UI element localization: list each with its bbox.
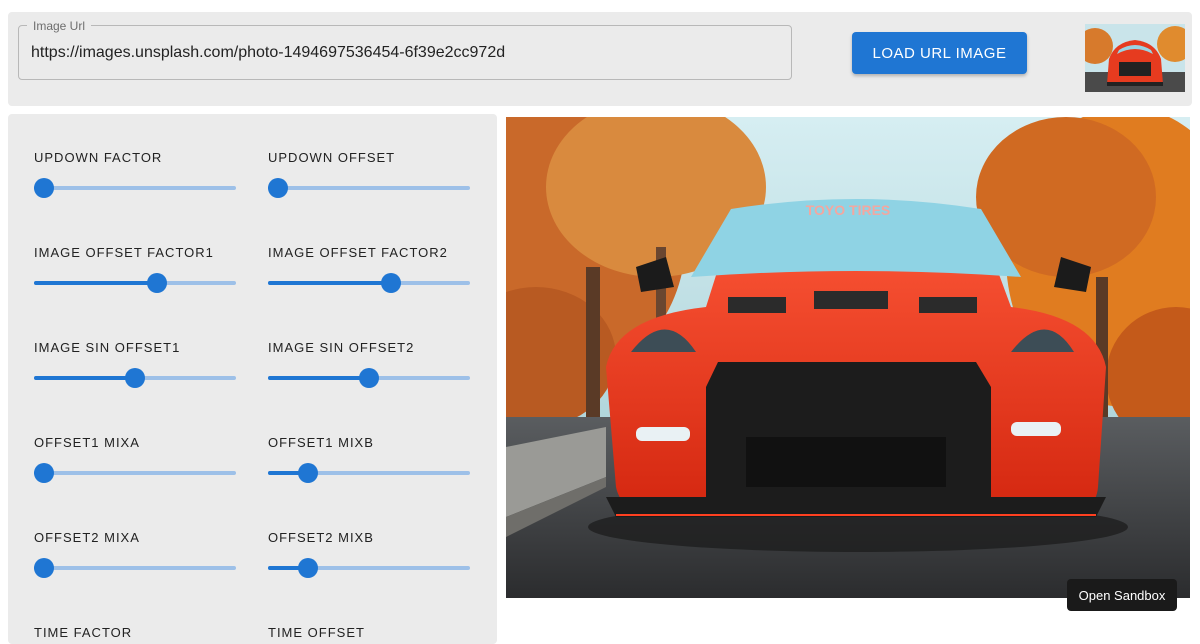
slider-thumb[interactable]	[34, 558, 55, 578]
slider-offset1-mixb[interactable]: OFFSET1 MIXB	[268, 435, 470, 483]
slider-image-offset-factor2[interactable]: IMAGE OFFSET FACTOR2	[268, 245, 470, 293]
slider-thumb[interactable]	[298, 558, 319, 578]
slider-label: OFFSET2 MIXA	[34, 530, 140, 545]
slider-fill	[34, 281, 158, 285]
slider-fill	[34, 376, 135, 380]
slider-label: OFFSET2 MIXB	[268, 530, 374, 545]
slider-track[interactable]	[268, 178, 470, 198]
slider-label: IMAGE OFFSET FACTOR2	[268, 245, 448, 260]
slider-image-sin-offset2[interactable]: IMAGE SIN OFFSET2	[268, 340, 470, 388]
slider-offset2-mixa[interactable]: OFFSET2 MIXA	[34, 530, 236, 578]
slider-thumb[interactable]	[125, 368, 145, 388]
slider-label: TIME OFFSET	[268, 625, 365, 640]
svg-text:TOYO TIRES: TOYO TIRES	[806, 202, 891, 218]
slider-track[interactable]	[268, 273, 470, 293]
slider-label: IMAGE OFFSET FACTOR1	[34, 245, 214, 260]
slider-track[interactable]	[34, 463, 236, 483]
slider-image-sin-offset1[interactable]: IMAGE SIN OFFSET1	[34, 340, 236, 388]
slider-label: UPDOWN OFFSET	[268, 150, 396, 165]
image-thumbnail	[1085, 24, 1185, 92]
slider-track[interactable]	[34, 558, 236, 578]
slider-updown-offset[interactable]: UPDOWN OFFSET	[268, 150, 470, 198]
slider-fill	[268, 376, 369, 380]
slider-track[interactable]	[268, 558, 470, 578]
slider-image-offset-factor1[interactable]: IMAGE OFFSET FACTOR1	[34, 245, 236, 293]
image-url-legend: Image Url	[27, 18, 92, 34]
slider-label: TIME FACTOR	[34, 625, 133, 640]
slider-track[interactable]	[268, 368, 470, 388]
slider-time-factor[interactable]: TIME FACTOR	[34, 625, 236, 641]
slider-thumb[interactable]	[268, 178, 289, 198]
slider-thumb[interactable]	[147, 273, 168, 293]
load-url-image-button[interactable]: LOAD URL IMAGE	[852, 32, 1027, 74]
slider-thumb[interactable]	[359, 368, 379, 388]
slider-thumb[interactable]	[34, 178, 55, 198]
slider-track[interactable]	[34, 273, 236, 293]
slider-track[interactable]	[34, 368, 236, 388]
slider-label: IMAGE SIN OFFSET2	[268, 340, 415, 355]
slider-time-offset[interactable]: TIME OFFSET	[268, 625, 470, 641]
slider-track[interactable]	[34, 178, 236, 198]
slider-thumb[interactable]	[34, 463, 55, 483]
image-url-input[interactable]	[31, 40, 771, 66]
slider-offset2-mixb[interactable]: OFFSET2 MIXB	[268, 530, 470, 578]
slider-updown-factor[interactable]: UPDOWN FACTOR	[34, 150, 236, 198]
shader-controls-panel: UPDOWN FACTOR UPDOWN OFFSET IMAGE OFFSET F…	[8, 114, 497, 644]
image-url-field[interactable]: Image Url	[18, 18, 792, 80]
slider-label: OFFSET1 MIXB	[268, 435, 374, 450]
slider-label: IMAGE SIN OFFSET1	[34, 340, 181, 355]
slider-offset1-mixa[interactable]: OFFSET1 MIXA	[34, 435, 236, 483]
slider-thumb[interactable]	[298, 463, 319, 483]
slider-label: UPDOWN FACTOR	[34, 150, 163, 165]
slider-thumb[interactable]	[381, 273, 402, 293]
car-preview-image: TOYO TIRES	[506, 117, 1190, 598]
url-toolbar: Image Url LOAD URL IMAGE	[8, 12, 1192, 106]
open-sandbox-button[interactable]: Open Sandbox	[1067, 579, 1177, 611]
slider-label: OFFSET1 MIXA	[34, 435, 140, 450]
slider-fill	[268, 281, 392, 285]
slider-track[interactable]	[268, 463, 470, 483]
